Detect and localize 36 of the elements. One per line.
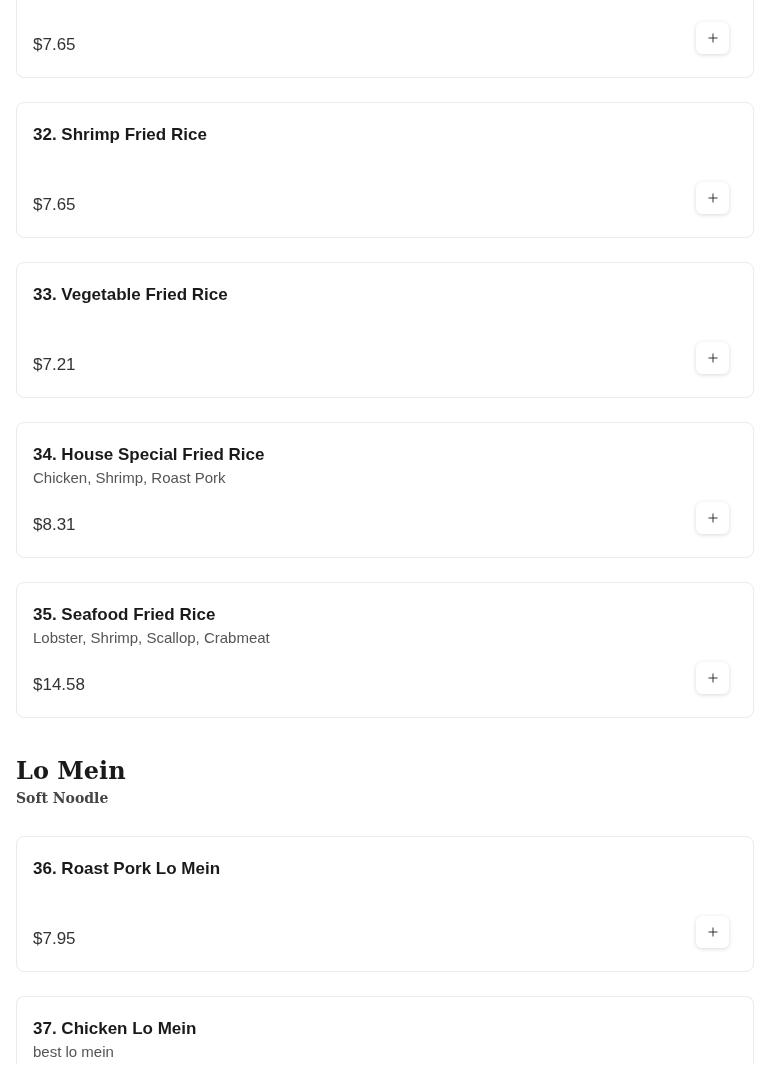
plus-icon [705, 351, 720, 365]
add-button[interactable] [696, 662, 729, 694]
item-title: 35. Seafood Fried Rice [33, 604, 217, 626]
item-title: 36. Roast Pork Lo Mein [33, 858, 222, 880]
item-title: 37. Chicken Lo Mein [33, 1018, 198, 1040]
item-description: best lo mein [33, 1042, 115, 1062]
plus-icon [705, 925, 720, 939]
add-button[interactable] [696, 182, 729, 214]
add-button[interactable] [696, 916, 729, 948]
item-title: 32. Shrimp Fried Rice [33, 124, 208, 146]
plus-icon [705, 31, 720, 45]
plus-icon [705, 191, 720, 205]
section-title: Lo Mein [16, 756, 127, 786]
menu-item-card[interactable]: $7.65 [16, 0, 754, 78]
item-price: $14.58 [33, 674, 85, 696]
item-title: 34. House Special Fried Rice [33, 444, 266, 466]
add-button[interactable] [696, 342, 729, 374]
item-title: 33. Vegetable Fried Rice [33, 284, 229, 306]
menu-item-card[interactable]: 34. House Special Fried Rice Chicken, Shrimp, Roast Pork $8.31 [16, 422, 754, 558]
item-price: $7.65 [33, 194, 76, 216]
menu-item-card[interactable]: 32. Shrimp Fried Rice $7.65 [16, 102, 754, 238]
item-description: Lobster, Shrimp, Scallop, Crabmeat [33, 628, 271, 648]
add-button[interactable] [696, 502, 729, 534]
section-subtitle: Soft Noodle [16, 789, 110, 808]
item-price: $7.95 [33, 928, 76, 950]
menu-item-card[interactable]: 37. Chicken Lo Mein best lo mein [16, 996, 754, 1064]
plus-icon [705, 511, 720, 525]
item-price: $7.65 [33, 34, 76, 56]
menu-item-card[interactable]: 35. Seafood Fried Rice Lobster, Shrimp, Scallop, Crabmeat $14.58 [16, 582, 754, 718]
item-description: Chicken, Shrimp, Roast Pork [33, 468, 227, 488]
item-price: $7.21 [33, 354, 76, 376]
menu-item-card[interactable]: 33. Vegetable Fried Rice $7.21 [16, 262, 754, 398]
plus-icon [705, 671, 720, 685]
item-price: $8.31 [33, 514, 76, 536]
add-button[interactable] [696, 22, 729, 54]
menu-item-card[interactable]: 36. Roast Pork Lo Mein $7.95 [16, 836, 754, 972]
